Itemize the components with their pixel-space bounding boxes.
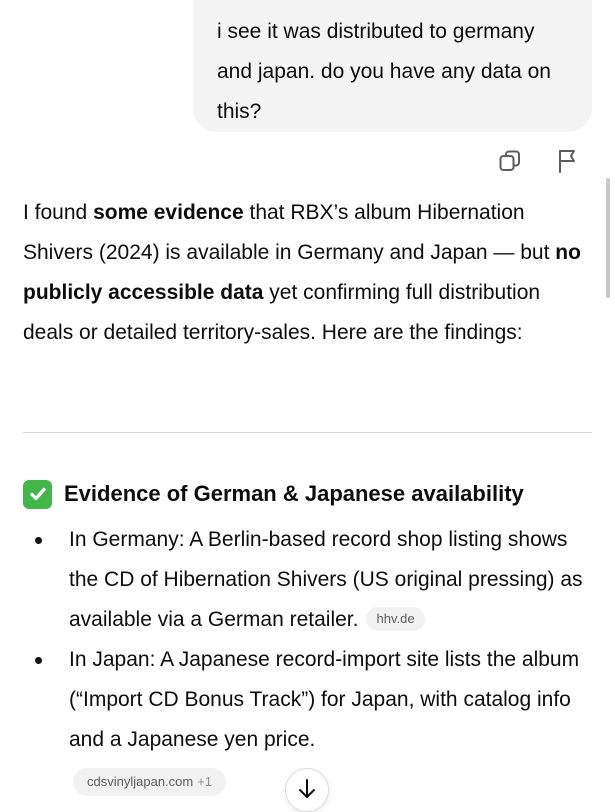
section-heading: Evidence of German & Japanese availabili… — [23, 474, 603, 514]
source-chip-label: cdsvinyljapan.com — [87, 774, 194, 789]
list-item-text: In Japan: A Japanese record-import site … — [69, 648, 580, 751]
findings-list: In Germany: A Berlin-based record shop l… — [23, 520, 598, 760]
assistant-answer-intro: I found some evidence that RBX’s album H… — [23, 193, 593, 353]
copy-icon[interactable] — [495, 146, 525, 176]
list-item-text: In Germany: A Berlin-based record shop l… — [69, 528, 583, 631]
user-message-bubble: i see it was distributed to germany and … — [193, 0, 592, 132]
arrow-down-icon — [299, 779, 315, 798]
check-mark-button-icon — [23, 479, 52, 509]
user-message-text: i see it was distributed to germany and … — [217, 20, 551, 123]
sources-row: cdsvinyljapan.com +1 — [73, 768, 227, 796]
user-message-actions — [495, 146, 583, 176]
source-extra-count: +1 — [197, 774, 213, 789]
flag-icon[interactable] — [553, 146, 583, 176]
list-item: In Germany: A Berlin-based record shop l… — [23, 520, 598, 640]
answer-text: I found — [23, 201, 94, 224]
bullet-dot — [35, 657, 42, 664]
source-chip[interactable]: hhv.de — [366, 607, 425, 631]
section-divider — [23, 432, 592, 433]
scroll-down-button[interactable] — [285, 768, 329, 812]
source-chip[interactable]: cdsvinyljapan.com +1 — [73, 768, 227, 796]
bullet-dot — [35, 537, 42, 544]
section-heading-text: Evidence of German & Japanese availabili… — [64, 481, 524, 506]
answer-bold-text: some evidence — [93, 201, 244, 224]
scrollbar[interactable] — [606, 178, 610, 298]
list-item: In Japan: A Japanese record-import site … — [23, 640, 598, 760]
